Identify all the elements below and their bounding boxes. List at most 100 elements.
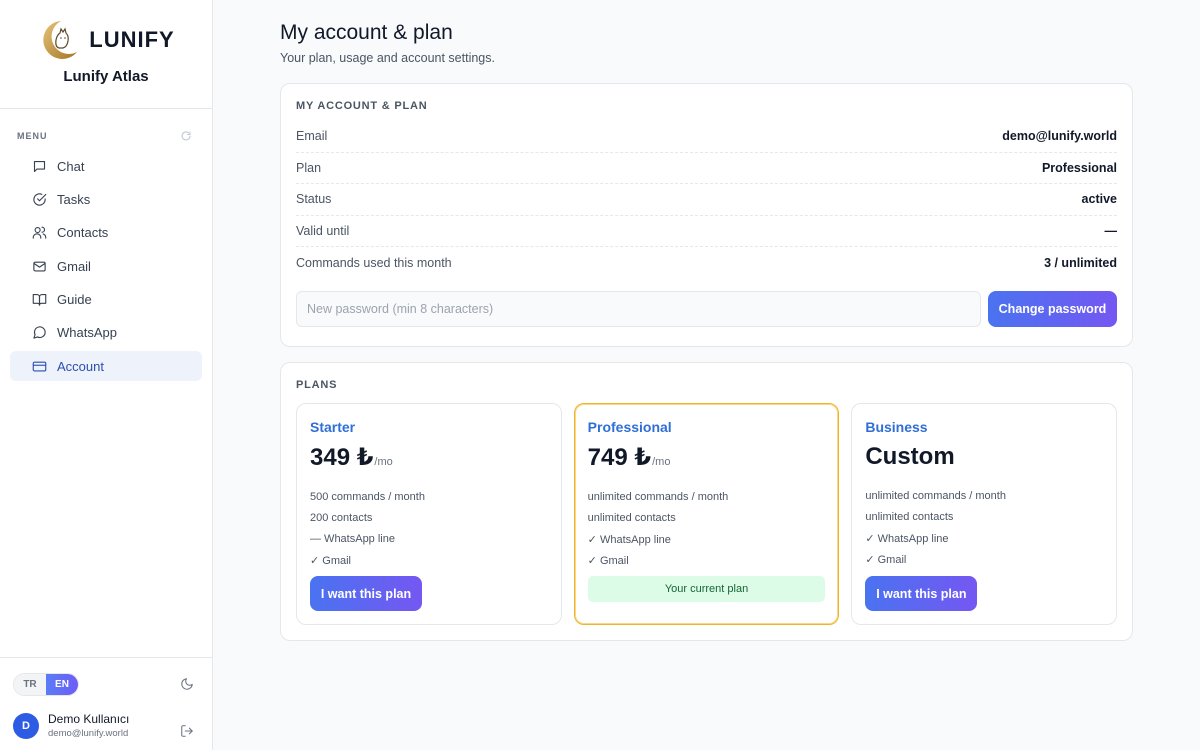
sidebar: LUNIFY Lunify Atlas MENU Chat Tasks Cont… [0, 0, 213, 750]
row-value: demo@lunify.world [1002, 129, 1117, 144]
plans-section-title: PLANS [296, 379, 338, 391]
lang-tr-button[interactable]: TR [14, 674, 46, 695]
plan-card-business: Business Custom unlimited commands / mon… [851, 403, 1118, 625]
book-icon [32, 294, 47, 306]
credit-card-icon [32, 361, 47, 372]
dark-mode-moon-icon[interactable] [180, 677, 194, 691]
lang-en-button[interactable]: EN [46, 674, 78, 695]
feature-item: unlimited commands / month [865, 489, 1006, 502]
feature-item: unlimited contacts [587, 512, 676, 525]
sidebar-item-label: Chat [57, 158, 85, 174]
feature-item: ✓ WhatsApp line [587, 533, 671, 546]
feature-item: ✓ Gmail [865, 554, 907, 567]
plan-features: 500 commands / month 200 contacts — What… [310, 486, 548, 572]
plan-features: unlimited commands / month unlimited con… [588, 486, 826, 572]
row-label: Commands used this month [296, 256, 452, 271]
row-label: Email [296, 129, 328, 144]
plan-card-starter: Starter 349 ₺ /mo 500 commands / month 2… [296, 403, 562, 625]
account-row-commands-used: Commands used this month 3 / unlimited [296, 247, 1117, 279]
row-value: active [1081, 192, 1117, 207]
account-section-title: MY ACCOUNT & PLAN [296, 100, 428, 112]
account-row-status: Status active [296, 184, 1117, 216]
moon-cat-logo-icon [43, 21, 78, 59]
app-name: Lunify Atlas [63, 68, 149, 85]
row-label: Status [296, 192, 332, 207]
plan-price: 349 ₺ /mo [310, 443, 548, 472]
users-icon [32, 226, 47, 239]
sidebar-item-whatsapp[interactable]: WhatsApp [10, 318, 202, 348]
row-value: Professional [1041, 160, 1117, 175]
logout-icon[interactable] [180, 724, 194, 738]
sidebar-item-gmail[interactable]: Gmail [10, 251, 202, 281]
page-title: My account & plan [280, 21, 453, 44]
sidebar-item-label: Gmail [57, 258, 91, 274]
sidebar-item-label: Account [57, 358, 104, 374]
new-password-input[interactable] [296, 290, 981, 327]
sidebar-item-label: Tasks [57, 191, 91, 207]
feature-item: — WhatsApp line [310, 533, 395, 546]
account-card: MY ACCOUNT & PLAN Email demo@lunify.worl… [280, 83, 1133, 347]
sidebar-item-label: Contacts [57, 225, 109, 241]
sidebar-item-chat[interactable]: Chat [10, 151, 202, 181]
user-name: Demo Kullanıcı [48, 712, 130, 726]
plan-card-professional: Professional 749 ₺ /mo unlimited command… [573, 403, 840, 625]
menu-label: MENU [17, 131, 48, 141]
feature-item: ✓ Gmail [587, 555, 629, 568]
sidebar-item-tasks[interactable]: Tasks [10, 184, 202, 214]
plan-name: Starter [310, 419, 356, 435]
plan-price: 749 ₺ /mo [588, 443, 826, 472]
user-profile: D Demo Kullanıcı demo@lunify.world [13, 712, 129, 739]
change-password-button[interactable]: Change password [988, 290, 1117, 327]
row-value: — [1104, 224, 1118, 239]
message-circle-icon [33, 326, 46, 340]
sidebar-nav: Chat Tasks Contacts Gmail Guide WhatsApp… [0, 151, 212, 382]
choose-starter-plan-button[interactable]: I want this plan [310, 576, 422, 611]
plan-name: Professional [587, 419, 672, 435]
feature-item: ✓ Gmail [310, 555, 351, 568]
row-label: Plan [296, 160, 322, 175]
feature-item: 500 commands / month [310, 490, 425, 503]
chat-icon [33, 160, 46, 172]
check-circle-icon [33, 193, 47, 206]
price-period: /mo [652, 456, 671, 468]
logo: LUNIFY [37, 18, 174, 62]
account-row-email: Email demo@lunify.world [296, 121, 1117, 153]
plans-card: PLANS Starter 349 ₺ /mo 500 commands / m… [280, 362, 1133, 641]
main-content: My account & plan Your plan, usage and a… [280, 0, 1133, 641]
sidebar-item-label: WhatsApp [57, 325, 117, 341]
row-label: Valid until [296, 224, 350, 239]
plan-price: Custom [865, 443, 1103, 471]
price-period: /mo [374, 456, 393, 468]
choose-business-plan-button[interactable]: I want this plan [865, 576, 978, 611]
current-plan-badge: Your current plan [587, 576, 826, 602]
feature-item: ✓ WhatsApp line [865, 532, 949, 545]
mail-icon [33, 261, 46, 272]
user-email: demo@lunify.world [48, 728, 129, 739]
price-amount: 349 ₺ [310, 444, 374, 471]
refresh-icon[interactable] [180, 130, 192, 142]
plan-features: unlimited commands / month unlimited con… [865, 485, 1103, 571]
account-details: Email demo@lunify.world Plan Professiona… [296, 121, 1117, 279]
menu-header: MENU [0, 109, 212, 145]
sidebar-item-guide[interactable]: Guide [10, 285, 202, 315]
row-value: 3 / unlimited [1044, 256, 1117, 271]
feature-item: unlimited commands / month [587, 490, 729, 503]
feature-item: unlimited contacts [865, 511, 954, 524]
account-row-plan: Plan Professional [296, 153, 1117, 185]
language-toggle: TR EN [13, 673, 79, 696]
page-subtitle: Your plan, usage and account settings. [280, 51, 495, 65]
brand: LUNIFY Lunify Atlas [0, 0, 212, 109]
sidebar-item-contacts[interactable]: Contacts [10, 218, 202, 248]
sidebar-item-account[interactable]: Account [10, 351, 202, 382]
avatar: D [13, 712, 39, 739]
sidebar-item-label: Guide [57, 292, 92, 308]
sidebar-footer: TR EN D Demo Kullanıcı demo@lunify.world [0, 657, 212, 750]
plan-name: Business [865, 419, 928, 435]
account-row-valid-until: Valid until — [296, 216, 1117, 248]
password-form: Change password [296, 290, 1117, 327]
logo-text: LUNIFY [89, 27, 175, 52]
price-amount: Custom [865, 443, 955, 470]
feature-item: 200 contacts [310, 512, 373, 525]
price-amount: 749 ₺ [587, 444, 652, 471]
plan-grid: Starter 349 ₺ /mo 500 commands / month 2… [296, 403, 1118, 625]
